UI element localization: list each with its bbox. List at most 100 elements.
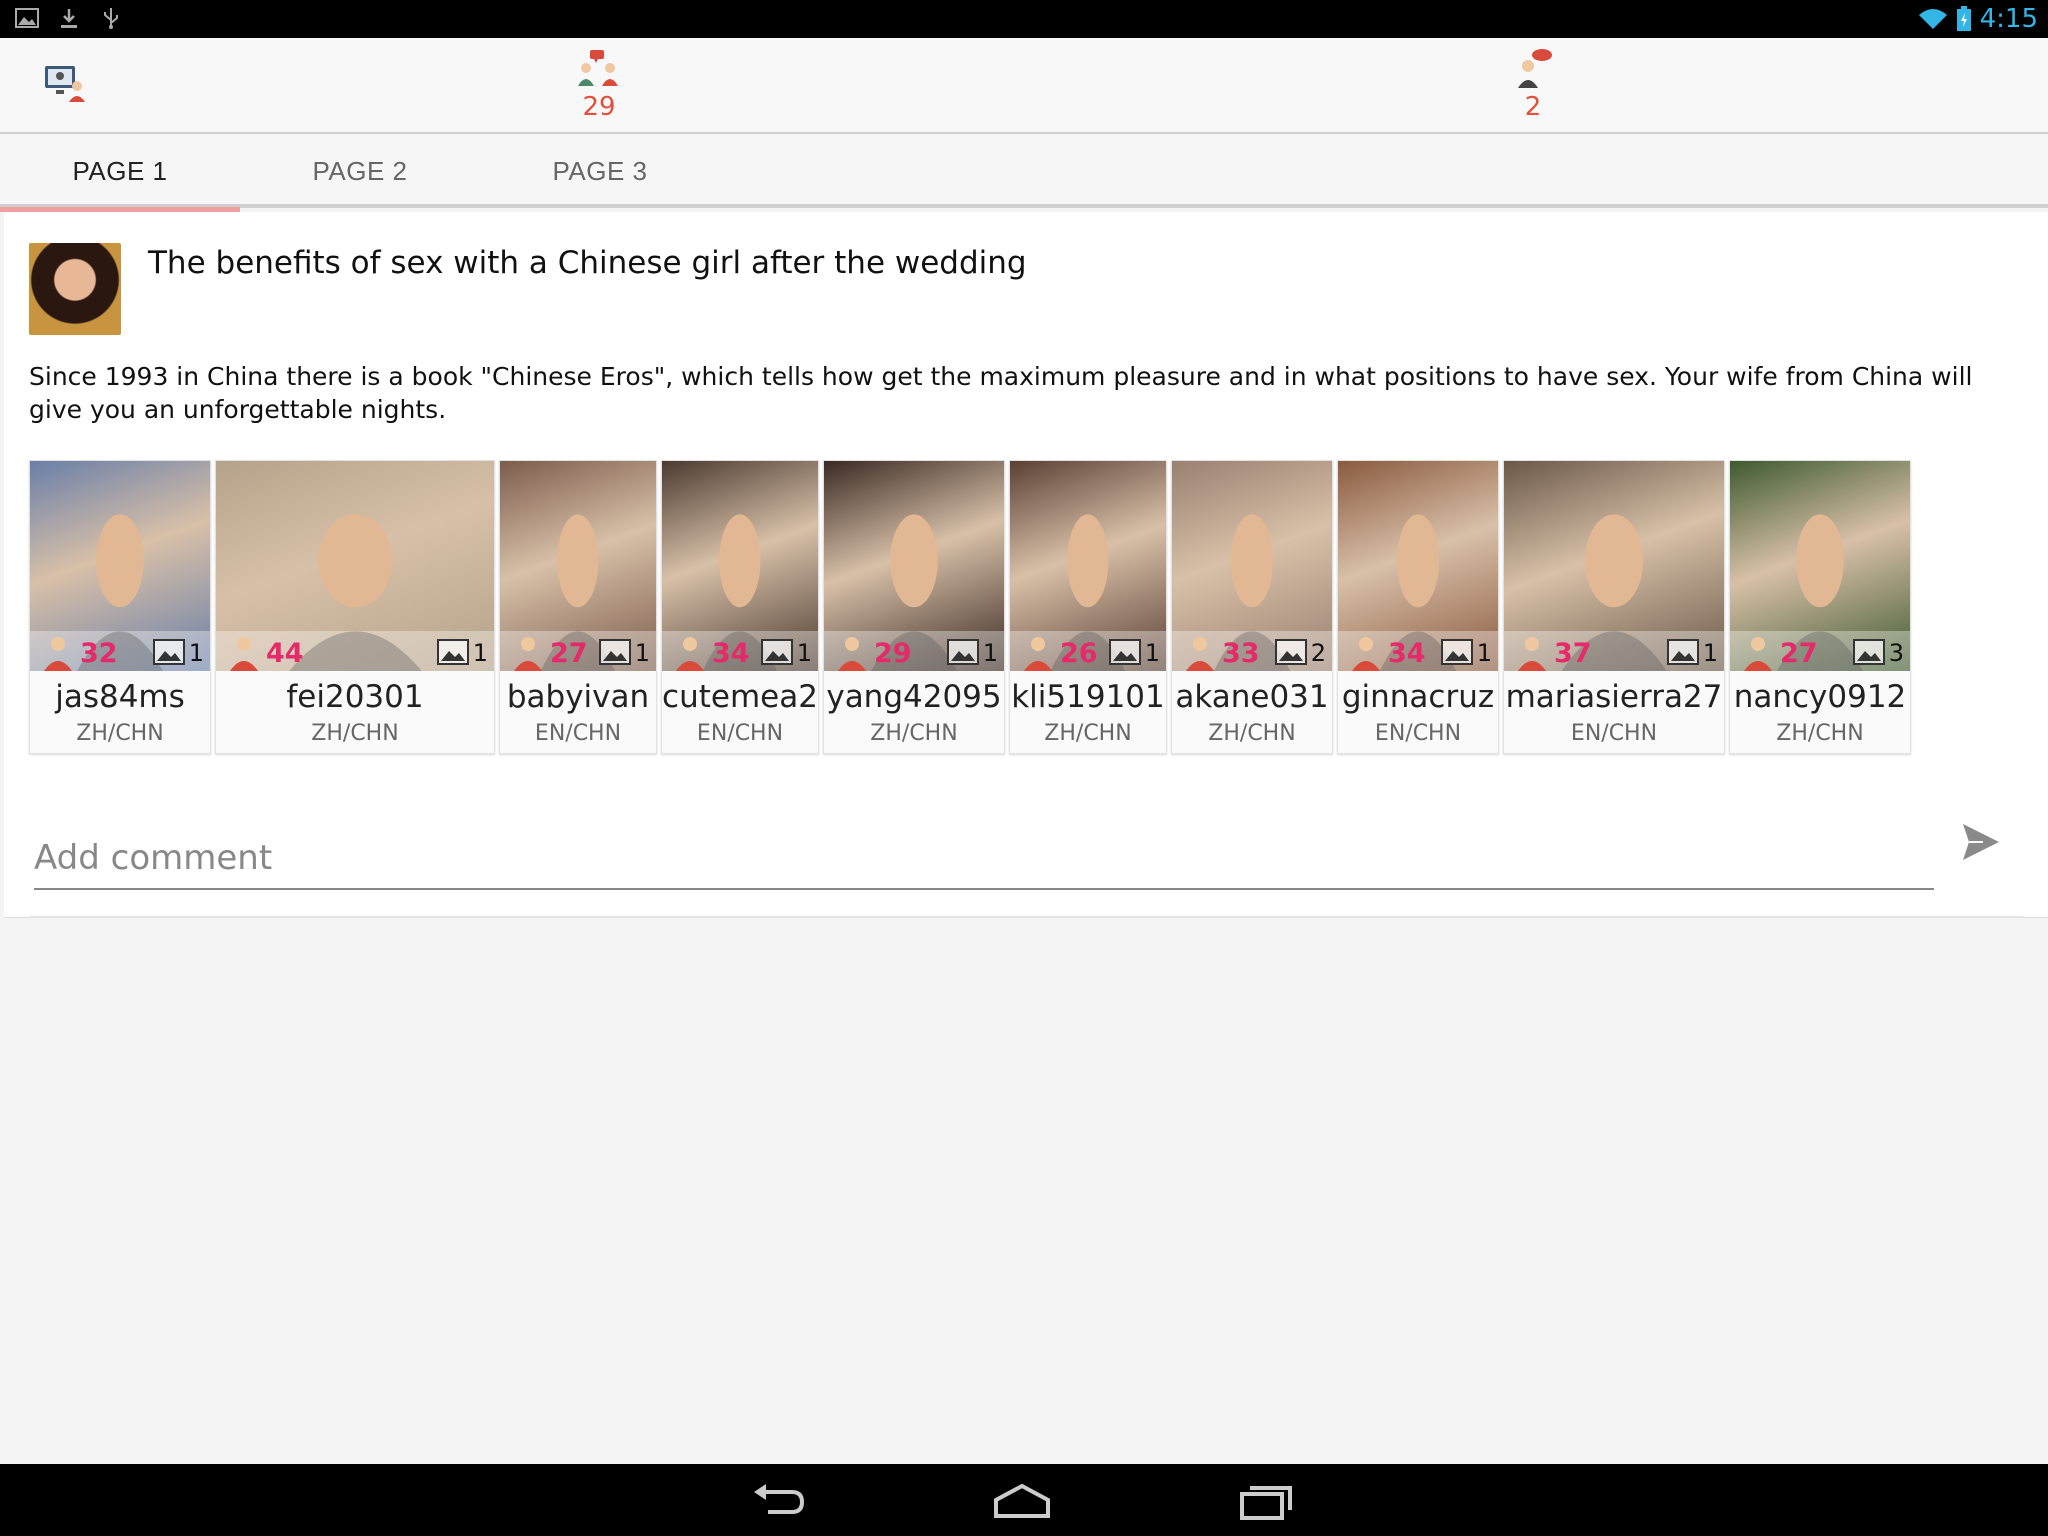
photo-count: 1	[1144, 639, 1160, 667]
person-icon	[1744, 637, 1772, 671]
profile-card[interactable]: 26 1 kli519101 ZH/CHN	[1009, 460, 1167, 754]
profile-username: yang42095	[826, 679, 1002, 715]
comment-input[interactable]	[34, 820, 1934, 890]
wifi-icon	[1918, 9, 1947, 29]
picture-icon	[15, 8, 39, 28]
send-icon[interactable]	[1959, 820, 2003, 864]
photo-count-icon	[761, 639, 793, 665]
profile-photo: 33 2	[1172, 461, 1332, 671]
profile-username: nancy0912	[1733, 679, 1907, 715]
photo-count-icon	[599, 639, 631, 665]
profile-age: 37	[1554, 638, 1592, 669]
chat-users-count: 29	[582, 92, 616, 122]
profile-language: EN/CHN	[534, 721, 622, 746]
profile-username: babyivan	[506, 679, 650, 715]
profile-photo: 34 1	[1338, 461, 1498, 671]
profile-age: 26	[1060, 638, 1098, 669]
person-icon	[1352, 637, 1380, 671]
profile-age: 34	[1388, 638, 1426, 669]
profile-card[interactable]: 27 1 babyivan EN/CHN	[499, 460, 657, 754]
download-icon	[61, 9, 77, 28]
photo-count-icon	[153, 639, 185, 665]
profile-photo: 29 1	[824, 461, 1004, 671]
profile-photo: 34 1	[662, 461, 818, 671]
back-icon[interactable]	[750, 1478, 810, 1522]
profile-photo: 27 3	[1730, 461, 1910, 671]
navigation-bar	[0, 1464, 2048, 1536]
photo-count: 2	[1310, 639, 1326, 667]
profile-photo: 26 1	[1010, 461, 1166, 671]
profile-card[interactable]: 32 1 jas84ms ZH/CHN	[29, 460, 211, 754]
photo-count: 1	[796, 639, 812, 667]
profile-card[interactable]: 34 1 cutemea2 EN/CHN	[661, 460, 819, 754]
photo-count-icon	[1109, 639, 1141, 665]
person-icon	[1518, 637, 1546, 671]
profile-username: ginnacruz	[1341, 679, 1495, 715]
post-title: The benefits of sex with a Chinese girl …	[148, 245, 1027, 281]
profile-age: 33	[1222, 638, 1260, 669]
page-tabs: PAGE 1 PAGE 2 PAGE 3	[0, 134, 2048, 212]
profile-age: 32	[80, 638, 118, 669]
profile-age: 34	[712, 638, 750, 669]
profile-language: ZH/CHN	[1776, 721, 1864, 746]
person-icon	[44, 637, 72, 671]
profile-username: jas84ms	[55, 679, 185, 715]
profile-photo: 37 1	[1504, 461, 1724, 671]
person-icon	[838, 637, 866, 671]
chat-users-icon	[578, 50, 618, 86]
photo-count-icon	[1441, 639, 1473, 665]
photo-count-icon	[437, 639, 469, 665]
profile-card[interactable]: 44 1 fei20301 ZH/CHN	[215, 460, 495, 754]
photo-count: 1	[472, 639, 488, 667]
profile-card[interactable]: 27 3 nancy0912 ZH/CHN	[1729, 460, 1911, 754]
profile-age: 29	[874, 638, 912, 669]
photo-count-icon	[1853, 639, 1885, 665]
photo-count-icon	[947, 639, 979, 665]
photo-count-icon	[1275, 639, 1307, 665]
photo-count: 1	[188, 639, 204, 667]
battery-icon	[1956, 6, 1971, 31]
messages-button[interactable]: 2	[1473, 48, 1593, 122]
recent-apps-icon[interactable]	[1236, 1478, 1296, 1522]
profile-card[interactable]: 37 1 mariasierra27 EN/CHN	[1503, 460, 1725, 754]
messages-count: 2	[1524, 92, 1542, 122]
person-icon	[230, 637, 258, 671]
profile-language: ZH/CHN	[1208, 721, 1296, 746]
divider	[29, 916, 2023, 918]
post-card: The benefits of sex with a Chinese girl …	[4, 212, 2048, 918]
photo-count: 1	[634, 639, 650, 667]
profile-age: 27	[1780, 638, 1818, 669]
profile-age: 44	[266, 638, 304, 669]
message-user-icon	[1518, 49, 1552, 88]
profile-username: mariasierra27	[1505, 679, 1723, 715]
profile-language: ZH/CHN	[1044, 721, 1132, 746]
profile-card[interactable]: 34 1 ginnacruz EN/CHN	[1337, 460, 1499, 754]
author-avatar[interactable]	[29, 243, 121, 335]
photo-count-icon	[1667, 639, 1699, 665]
profile-username: cutemea2	[662, 679, 818, 715]
chat-users-button[interactable]: 29	[539, 48, 659, 122]
person-icon	[1186, 637, 1214, 671]
action-bar: 29 2	[0, 38, 2048, 134]
tab-page-3[interactable]: PAGE 3	[480, 134, 720, 208]
usb-icon	[104, 8, 118, 29]
person-icon	[676, 637, 704, 671]
tab-page-2[interactable]: PAGE 2	[240, 134, 480, 208]
video-chat-icon	[45, 66, 85, 102]
profile-photo: 27 1	[500, 461, 656, 671]
video-chat-button[interactable]	[6, 64, 126, 104]
photo-count: 1	[1476, 639, 1492, 667]
profile-language: EN/CHN	[1570, 721, 1658, 746]
home-icon[interactable]	[992, 1478, 1052, 1522]
profile-language: ZH/CHN	[76, 721, 164, 746]
profile-language: EN/CHN	[696, 721, 784, 746]
profile-age: 27	[550, 638, 588, 669]
profile-card[interactable]: 29 1 yang42095 ZH/CHN	[823, 460, 1005, 754]
tab-page-1[interactable]: PAGE 1	[0, 134, 240, 212]
profile-photo: 32 1	[30, 461, 210, 671]
profile-username: kli519101	[1011, 679, 1165, 715]
status-bar: 4:15	[0, 0, 2048, 38]
photo-count: 1	[1702, 639, 1718, 667]
profile-language: ZH/CHN	[870, 721, 958, 746]
profile-card[interactable]: 33 2 akane031 ZH/CHN	[1171, 460, 1333, 754]
